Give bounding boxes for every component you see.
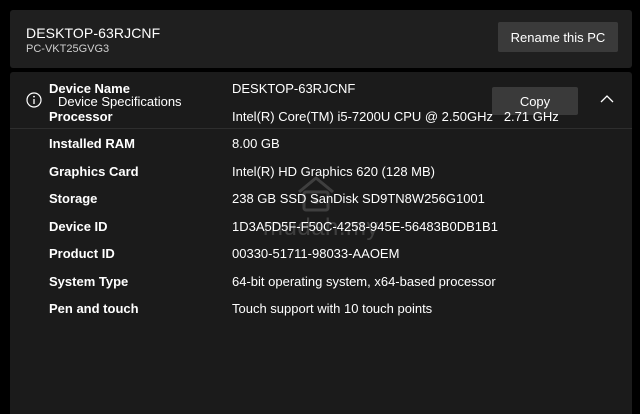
spec-label: System Type [49, 273, 129, 289]
spec-label: Device ID [49, 218, 108, 234]
spec-row-device-name: Device Name DESKTOP-63RJCNF [49, 81, 609, 109]
pc-name-card: DESKTOP-63RJCNF PC-VKT25GVG3 Rename this… [10, 10, 632, 68]
spec-label: Product ID [49, 246, 115, 261]
rename-pc-button[interactable]: Rename this PC [498, 22, 618, 52]
info-icon [26, 92, 42, 108]
spec-label: Graphics Card [49, 163, 139, 179]
spec-row-product-id: Product ID 00330-51711-98033-AAOEM [49, 246, 609, 274]
spec-row-pen-and-touch: Pen and touch Touch support with 10 touc… [49, 301, 609, 329]
spec-row-graphics-card: Graphics Card Intel(R) HD Graphics 620 (… [49, 164, 609, 192]
spec-label: Installed RAM [49, 136, 135, 151]
settings-about-page: DESKTOP-63RJCNF PC-VKT25GVG3 Rename this… [0, 0, 640, 414]
spec-row-storage: Storage 238 GB SSD SanDisk SD9TN8W256G10… [49, 191, 609, 219]
spec-value: 00330-51711-98033-AAOEM [232, 246, 400, 261]
spec-value: 8.00 GB [232, 136, 280, 151]
pc-name: DESKTOP-63RJCNF [26, 25, 161, 41]
pc-model: PC-VKT25GVG3 [26, 43, 110, 55]
spec-value: DESKTOP-63RJCNF [232, 81, 356, 96]
spec-value: Intel(R) Core(TM) i5-7200U CPU @ 2.50GHz… [232, 108, 559, 124]
spec-row-processor: Processor Intel(R) Core(TM) i5-7200U CPU… [49, 109, 609, 137]
spec-label: Pen and touch [49, 301, 139, 316]
spec-row-installed-ram: Installed RAM 8.00 GB [49, 136, 609, 164]
spec-value: Intel(R) HD Graphics 620 (128 MB) [232, 163, 436, 179]
spec-value: 238 GB SSD SanDisk SD9TN8W256G1001 [232, 191, 485, 206]
spec-label: Processor [49, 108, 113, 124]
spec-row-device-id: Device ID 1D3A5D5F-F50C-4258-945E-56483B… [49, 219, 609, 247]
spec-row-system-type: System Type 64-bit operating system, x64… [49, 274, 609, 302]
spec-label: Storage [49, 191, 98, 206]
spec-label: Device Name [49, 81, 130, 96]
spec-value: Touch support with 10 touch points [232, 301, 433, 316]
spec-list: Device Name DESKTOP-63RJCNF Processor In… [49, 81, 609, 329]
spec-value: 64-bit operating system, x64-based proce… [232, 273, 496, 289]
spec-value: 1D3A5D5F-F50C-4258-945E-56483B0DB1B1 [232, 218, 498, 234]
